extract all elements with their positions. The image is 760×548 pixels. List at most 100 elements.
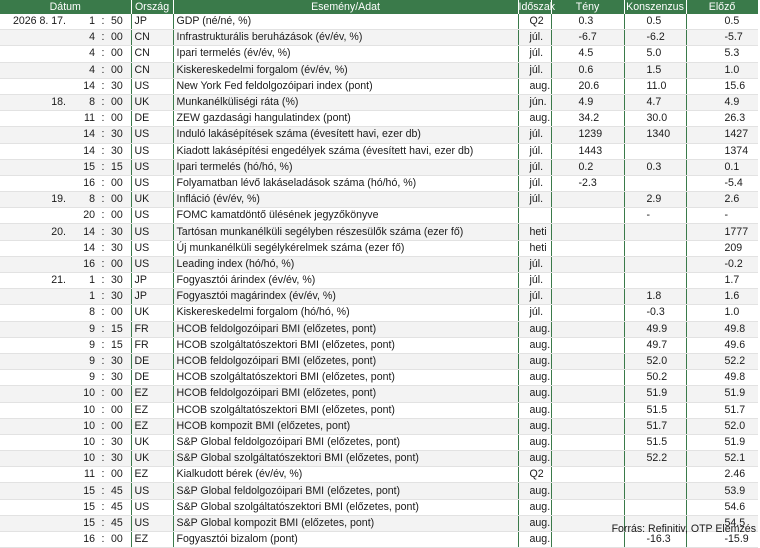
row-date bbox=[0, 159, 72, 176]
row-time-separator: : bbox=[97, 482, 109, 500]
row-country: US bbox=[131, 223, 174, 241]
row-date bbox=[0, 353, 72, 371]
row-country: EZ bbox=[131, 418, 174, 435]
table-row: 10:00 EZ HCOB feldolgozóipari BMI (előzete… bbox=[0, 385, 759, 403]
row-hour: 11 bbox=[72, 466, 97, 484]
row-hour: 15 bbox=[72, 515, 97, 533]
row-period: aug. bbox=[518, 337, 552, 354]
row-previous: 0.1 bbox=[686, 159, 759, 176]
row-consensus: 49.7 bbox=[624, 337, 687, 354]
row-time-separator: : bbox=[97, 240, 109, 257]
row-country: EZ bbox=[131, 466, 174, 484]
table-row: 15:45 US S&P Global feldolgozóipari BMI (e… bbox=[0, 482, 759, 500]
row-period: júl. bbox=[518, 62, 552, 79]
row-actual bbox=[551, 207, 625, 225]
row-previous: 209 bbox=[686, 240, 759, 257]
row-consensus: 5.0 bbox=[624, 45, 687, 63]
row-consensus: 0.3 bbox=[624, 159, 687, 176]
table-body: 2026 8. 17. 1:50 JP GDP (né/né, %) Q2 0.3 0.5 0… bbox=[0, 14, 759, 548]
row-actual bbox=[551, 321, 625, 338]
row-country: JP bbox=[131, 14, 174, 31]
row-period: aug. bbox=[518, 385, 552, 403]
table-row: 10:00 EZ HCOB szolgáltatószektori BMI (elő… bbox=[0, 402, 759, 419]
row-hour: 16 bbox=[72, 175, 97, 193]
row-period: aug. bbox=[518, 482, 552, 500]
row-period: júl. bbox=[518, 126, 552, 144]
row-actual: 4.9 bbox=[551, 94, 625, 112]
row-time-separator: : bbox=[97, 126, 109, 144]
row-consensus: 2.9 bbox=[624, 191, 687, 209]
row-date bbox=[0, 321, 72, 338]
table-row: 11:00 EZ Kialkudott bérek (év/év, %) Q2 2.46 bbox=[0, 466, 759, 484]
row-previous: -5.7 bbox=[686, 29, 759, 47]
row-actual: 34.2 bbox=[551, 110, 625, 128]
row-period: aug. bbox=[518, 402, 552, 419]
row-previous: 15.6 bbox=[686, 78, 759, 95]
row-consensus bbox=[624, 143, 687, 160]
row-date bbox=[0, 288, 72, 306]
row-hour: 8 bbox=[72, 304, 97, 322]
row-hour: 10 bbox=[72, 385, 97, 403]
row-time-separator: : bbox=[97, 402, 109, 419]
row-actual bbox=[551, 304, 625, 322]
row-event: Folyamatban lévő lakáseladások száma (hó… bbox=[173, 175, 519, 193]
row-event: Kiadott lakásépítési engedélyek száma (é… bbox=[173, 143, 519, 160]
row-minute: 45 bbox=[109, 515, 132, 533]
row-minute: 00 bbox=[109, 304, 132, 322]
row-previous: - bbox=[686, 207, 759, 225]
row-country: US bbox=[131, 78, 174, 95]
row-date: 2026 8. 17. bbox=[0, 14, 72, 31]
row-actual bbox=[551, 288, 625, 306]
row-period: aug. bbox=[518, 531, 552, 548]
row-event: HCOB feldolgozóipari BMI (előzetes, pont… bbox=[173, 353, 519, 371]
table-row: 16:00 US Folyamatban lévő lakáseladások sz… bbox=[0, 175, 759, 193]
row-previous: 2.46 bbox=[686, 466, 759, 484]
row-event: ZEW gazdasági hangulatindex (pont) bbox=[173, 110, 519, 128]
row-minute: 30 bbox=[109, 353, 132, 371]
row-consensus: 52.0 bbox=[624, 353, 687, 371]
row-time-separator: : bbox=[97, 369, 109, 387]
row-consensus bbox=[624, 466, 687, 484]
row-previous: 51.9 bbox=[686, 385, 759, 403]
row-event: FOMC kamatdöntő ülésének jegyzőkönyve bbox=[173, 207, 519, 225]
row-date bbox=[0, 29, 72, 47]
table-row: 4:00 CN Infrastrukturális beruházások (év/… bbox=[0, 29, 759, 47]
row-event: HCOB szolgáltatószektori BMI (előzetes, … bbox=[173, 402, 519, 419]
table-row: 14:30 US New York Fed feldolgozóipari inde… bbox=[0, 78, 759, 95]
row-country: EZ bbox=[131, 385, 174, 403]
row-country: DE bbox=[131, 110, 174, 128]
row-consensus: 1.5 bbox=[624, 62, 687, 79]
table-row: 15:45 US S&P Global szolgáltatószektori BM… bbox=[0, 499, 759, 516]
row-event: Fogyasztói bizalom (pont) bbox=[173, 531, 519, 548]
row-consensus: 11.0 bbox=[624, 78, 687, 95]
row-hour: 4 bbox=[72, 62, 97, 79]
row-actual bbox=[551, 385, 625, 403]
row-previous: 26.3 bbox=[686, 110, 759, 128]
row-period: aug. bbox=[518, 515, 552, 533]
row-country: US bbox=[131, 256, 174, 274]
row-hour: 4 bbox=[72, 29, 97, 47]
row-hour: 14 bbox=[72, 126, 97, 144]
row-date bbox=[0, 499, 72, 516]
row-consensus: 52.2 bbox=[624, 450, 687, 468]
row-date bbox=[0, 256, 72, 274]
row-consensus: -6.2 bbox=[624, 29, 687, 47]
row-consensus: 30.0 bbox=[624, 110, 687, 128]
row-date bbox=[0, 78, 72, 95]
row-consensus: 49.9 bbox=[624, 321, 687, 338]
row-date bbox=[0, 369, 72, 387]
row-time-separator: : bbox=[97, 143, 109, 160]
row-consensus: - bbox=[624, 207, 687, 225]
row-hour: 14 bbox=[72, 240, 97, 257]
row-period: aug. bbox=[518, 78, 552, 95]
row-period: heti bbox=[518, 240, 552, 257]
row-date: 20. bbox=[0, 223, 72, 241]
row-period: Q2 bbox=[518, 466, 552, 484]
row-period: júl. bbox=[518, 45, 552, 63]
header-period: Időszak bbox=[518, 0, 556, 14]
row-previous: 0.5 bbox=[686, 14, 759, 31]
row-country: CN bbox=[131, 62, 174, 79]
row-actual bbox=[551, 353, 625, 371]
row-event: S&P Global kompozit BMI (előzetes, pont) bbox=[173, 515, 519, 533]
row-hour: 9 bbox=[72, 321, 97, 338]
